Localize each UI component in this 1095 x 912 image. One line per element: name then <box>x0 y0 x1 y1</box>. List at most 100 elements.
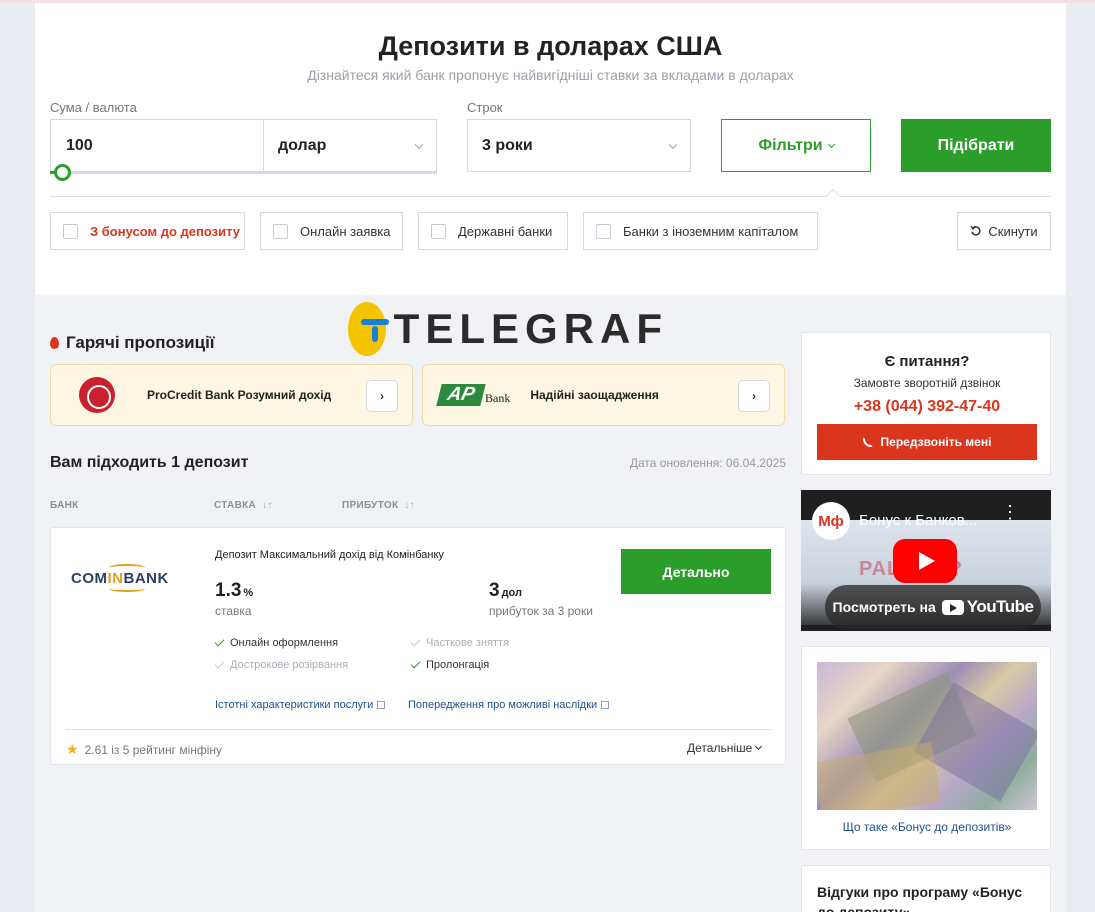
term-label: Строк <box>467 100 503 115</box>
checkbox-icon[interactable] <box>273 223 288 239</box>
callback-title: Є питання? <box>884 353 970 370</box>
hot-offer-name: Надійні заощадження <box>530 388 659 402</box>
fire-icon <box>50 337 59 349</box>
youtube-logo: YouTube <box>941 597 1034 617</box>
search-panel: Депозити в доларах США Дізнайтеся який б… <box>35 3 1066 295</box>
bonus-info-link[interactable]: Що таке «Бонус до депозитів» <box>802 820 1052 834</box>
more-options-icon[interactable]: ⋮ <box>1001 503 1019 521</box>
ap-logo-mark: AP <box>436 384 486 406</box>
youtube-icon <box>941 599 964 615</box>
watch-on-youtube-button[interactable]: Посмотреть на YouTube <box>825 585 1041 629</box>
profit-label: прибуток за 3 роки <box>489 604 593 618</box>
submit-button[interactable]: Підібрати <box>901 119 1051 172</box>
hot-offer-name: ProCredit Bank Розумний дохід <box>147 388 332 402</box>
essential-info-link[interactable]: Істотні характеристики послуги <box>215 699 386 711</box>
telegraf-wordmark: TELEGRAF <box>393 305 668 352</box>
reviews-widget: Відгуки про програму «Бонус до депозиту» <box>801 865 1051 912</box>
external-link-icon <box>377 701 386 709</box>
check-icon <box>410 658 421 669</box>
card-divider <box>66 729 772 730</box>
currency-select[interactable]: долар <box>263 119 437 172</box>
rating: ★ 2.61 із 5 рейтинг мінфіну <box>66 741 222 758</box>
deposit-card: COMINBANK Депозит Максимальний дохід від… <box>50 527 786 765</box>
video-embed[interactable]: РАЦ...ЕТ? Мф Бонус к Банков... ⋮ Посмотр… <box>801 490 1051 631</box>
reset-label: Скинути <box>988 223 1038 239</box>
callback-button[interactable]: Передзвоніть мені <box>817 424 1037 460</box>
column-bank: БАНК <box>50 500 79 511</box>
rate-value: 1.3% <box>215 580 254 601</box>
chevron-down-icon <box>668 140 678 149</box>
chip-bonus-label: З бонусом до депозиту <box>90 223 240 239</box>
check-icon <box>410 636 421 647</box>
amount-label: Сума / валюта <box>50 100 137 115</box>
feature-partial-withdrawal: Часткове зняття <box>410 636 509 649</box>
chevron-down-icon <box>414 140 424 149</box>
term-value: 3 роки <box>482 136 533 154</box>
reset-button[interactable]: Скинути <box>957 212 1051 250</box>
rate-label: ставка <box>215 604 252 618</box>
checkbox-icon[interactable] <box>431 223 446 239</box>
check-icon <box>214 658 225 669</box>
reset-icon <box>970 225 981 236</box>
sort-icon[interactable]: ↓↑ <box>404 500 415 511</box>
column-profit[interactable]: ПРИБУТОК ↓↑ <box>342 500 415 511</box>
cominbank-logo-arc <box>109 586 145 592</box>
term-select[interactable]: 3 роки <box>467 119 691 172</box>
chip-online[interactable]: Онлайн заявка <box>260 212 403 250</box>
chip-online-label: Онлайн заявка <box>300 223 391 239</box>
banknotes-image[interactable] <box>817 662 1037 810</box>
checkbox-icon[interactable] <box>596 223 611 239</box>
chevron-right-icon[interactable]: › <box>738 380 770 412</box>
sort-icon[interactable]: ↓↑ <box>262 500 273 511</box>
rating-text: 2.61 із 5 рейтинг мінфіну <box>84 742 223 757</box>
reviews-title: Відгуки про програму «Бонус до депозиту» <box>817 884 1023 912</box>
play-icon[interactable] <box>893 539 957 583</box>
star-icon: ★ <box>66 741 79 757</box>
feature-prolongation: Пролонгація <box>410 658 489 671</box>
column-rate[interactable]: СТАВКА ↓↑ <box>214 500 273 511</box>
deposit-name: Депозит Максимальний дохід від Комінбанк… <box>215 549 444 561</box>
more-details-toggle[interactable]: Детальніше <box>687 741 763 755</box>
amount-slider-track[interactable] <box>50 171 437 174</box>
page-subtitle: Дізнайтеся який банк пропонує найвигідні… <box>307 67 794 83</box>
detail-button[interactable]: Детально <box>621 549 771 594</box>
page-content: Депозити в доларах США Дізнайтеся який б… <box>35 3 1066 912</box>
chevron-down-icon <box>827 140 835 148</box>
callback-widget: Є питання? Замовте зворотній дзвінок +38… <box>801 332 1051 475</box>
filters-button[interactable]: Фільтри <box>721 119 871 172</box>
channel-avatar[interactable]: Мф <box>812 502 850 540</box>
hot-offer-procredit[interactable]: ProCredit Bank Розумний дохід › <box>50 364 413 426</box>
filters-label: Фільтри <box>758 136 823 154</box>
page-title: Депозити в доларах США <box>378 31 723 61</box>
chevron-down-icon <box>755 742 763 751</box>
warnings-link[interactable]: Попередження про можливі наслідки <box>408 699 610 711</box>
profit-value: 3 дол <box>489 580 522 601</box>
telegraf-logo-icon <box>348 302 389 356</box>
chip-state-banks[interactable]: Державні банки <box>418 212 568 250</box>
currency-value: долар <box>278 136 327 154</box>
chip-bonus[interactable]: З бонусом до депозиту <box>50 212 245 250</box>
checkbox-icon[interactable] <box>63 223 78 239</box>
procredit-logo <box>79 377 115 413</box>
hot-offers-heading: Гарячі пропозиції <box>50 333 215 353</box>
callback-subtitle: Замовте зворотній дзвінок <box>853 376 1001 390</box>
amount-input[interactable]: 100 <box>50 119 264 172</box>
filters-divider <box>50 196 1051 197</box>
feature-online: Онлайн оформлення <box>214 636 338 649</box>
chevron-right-icon[interactable]: › <box>366 380 398 412</box>
external-link-icon <box>601 701 610 709</box>
update-date: Дата оновлення: 06.04.2025 <box>629 456 786 470</box>
chip-foreign-banks[interactable]: Банки з іноземним капіталом <box>583 212 818 250</box>
check-icon <box>214 636 225 647</box>
results-title: Вам підходить 1 депозит <box>50 454 249 471</box>
hot-offer-ap-bank[interactable]: AP Bank Надійні заощадження › <box>422 364 785 426</box>
callback-phone[interactable]: +38 (044) 392-47-40 <box>802 398 1052 416</box>
phone-icon <box>862 437 873 447</box>
amount-slider-handle[interactable] <box>54 164 71 181</box>
bonus-info-widget: Що таке «Бонус до депозитів» <box>801 646 1051 850</box>
video-title[interactable]: Бонус к Банков... <box>859 512 977 529</box>
ap-logo-sub: Bank <box>485 391 511 405</box>
callback-button-label: Передзвоніть мені <box>880 435 992 449</box>
chip-state-label: Державні банки <box>458 223 553 239</box>
hot-offers-title: Гарячі пропозиції <box>66 333 215 352</box>
